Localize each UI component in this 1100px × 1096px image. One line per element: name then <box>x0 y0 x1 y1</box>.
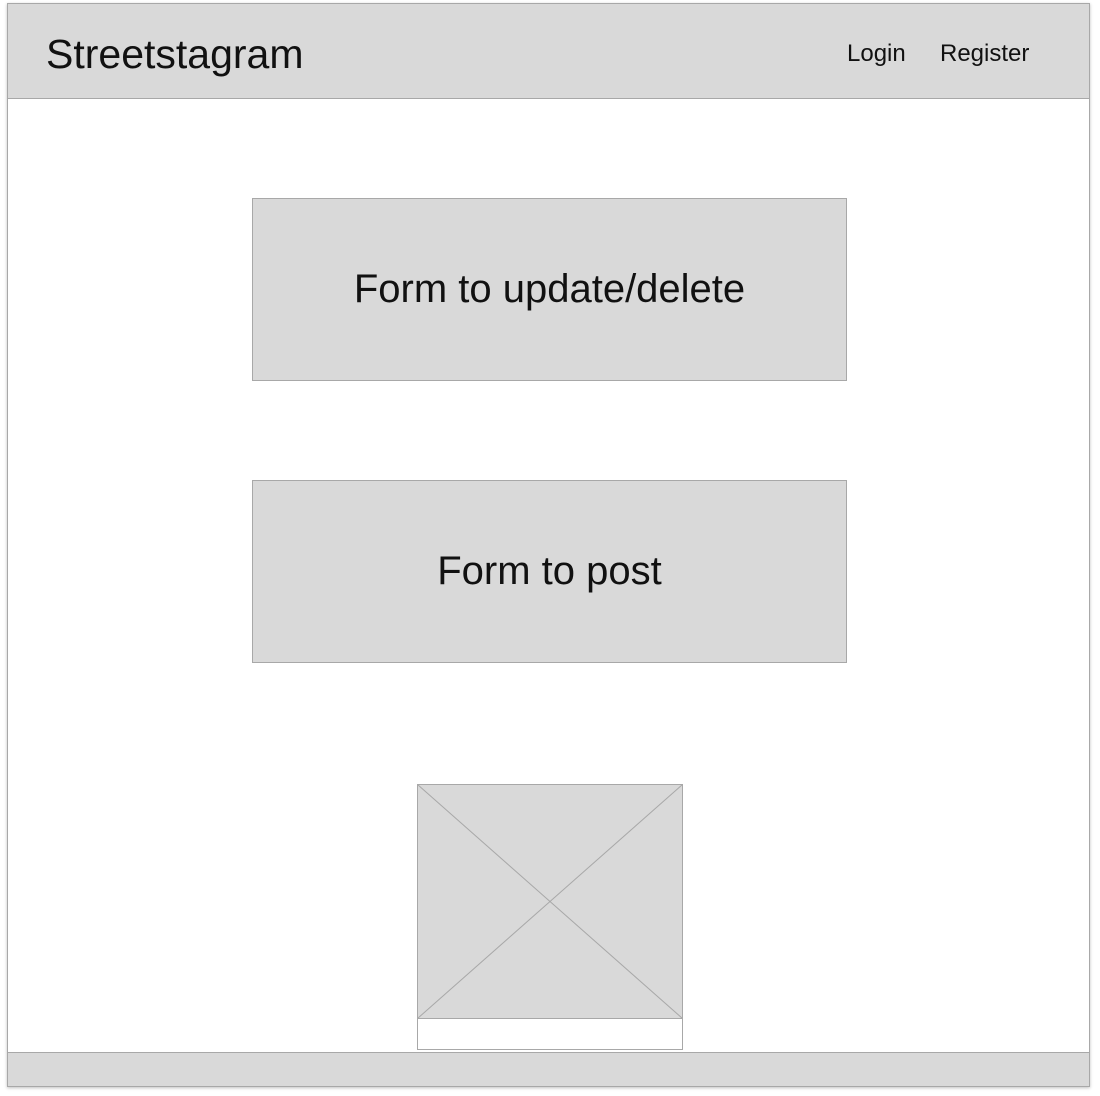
navbar: Streetstagram Login Register <box>8 4 1089 99</box>
update-delete-form-label: Form to update/delete <box>353 267 746 311</box>
image-caption-box <box>417 1018 683 1050</box>
update-delete-form[interactable]: Form to update/delete <box>252 198 847 381</box>
register-link[interactable]: Register <box>940 40 1029 68</box>
image-card[interactable] <box>417 784 683 1050</box>
page-frame: Streetstagram Login Register Form to upd… <box>7 3 1090 1087</box>
post-form-label: Form to post <box>437 549 662 593</box>
post-form[interactable]: Form to post <box>252 480 847 663</box>
image-placeholder-icon <box>417 784 683 1019</box>
footer <box>8 1052 1089 1086</box>
brand-link[interactable]: Streetstagram <box>46 30 304 78</box>
login-link[interactable]: Login <box>847 40 906 68</box>
